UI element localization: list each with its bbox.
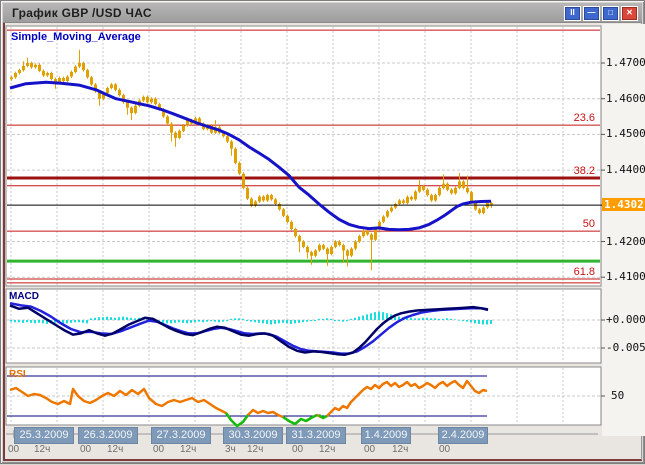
current-price-tag: 1.4302	[602, 198, 645, 211]
fibonacci-level-label: 38.2	[547, 165, 595, 177]
price-axis-label: 1.4600	[606, 92, 645, 105]
hour-label: 00	[364, 444, 375, 455]
hour-label: 00	[153, 444, 164, 455]
date-badge: 31.3.2009	[286, 427, 346, 444]
price-axis-label: 1.4700	[606, 56, 645, 69]
macd-axis-label: -0.005	[606, 341, 645, 354]
date-badge: 27.3.2009	[151, 427, 211, 444]
fibonacci-level-label: 23.6	[547, 112, 595, 124]
macd-indicator-label: MACD	[9, 291, 39, 302]
hour-label: 00	[292, 444, 303, 455]
fibonacci-level-label: 50	[547, 218, 595, 230]
hour-label: 00	[80, 444, 91, 455]
rsi-indicator-label: RSI	[9, 369, 26, 380]
sma-indicator-label: Simple_Moving_Average	[11, 31, 141, 43]
fibonacci-level-label: 61.8	[547, 266, 595, 278]
price-axis-label: 1.4400	[606, 163, 645, 176]
chart-canvas[interactable]	[1, 1, 645, 465]
hour-label: 12ч	[180, 444, 196, 455]
price-axis-label: 1.4200	[606, 235, 645, 248]
date-badge: 30.3.2009	[223, 427, 283, 444]
hour-label: 3ч	[225, 444, 236, 455]
axis-strip	[602, 24, 645, 436]
hour-label: 12ч	[392, 444, 408, 455]
rsi-axis-label: 50	[611, 389, 624, 402]
hour-label: 12ч	[247, 444, 263, 455]
date-badge: 26.3.2009	[78, 427, 138, 444]
price-axis-label: 1.4100	[606, 270, 645, 283]
hour-label: 12ч	[34, 444, 50, 455]
hour-label: 00	[8, 444, 19, 455]
date-badge: 2.4.2009	[438, 427, 488, 444]
date-badge: 25.3.2009	[14, 427, 74, 444]
chart-window: График GBP /USD ЧАС II—□✕ Simple_Moving_…	[0, 0, 645, 464]
hour-label: 12ч	[319, 444, 335, 455]
macd-axis-label: +0.000	[606, 313, 645, 326]
date-badge: 1.4.2009	[361, 427, 411, 444]
hour-label: 00	[439, 444, 450, 455]
price-axis-label: 1.4500	[606, 127, 645, 140]
hour-label: 12ч	[107, 444, 123, 455]
